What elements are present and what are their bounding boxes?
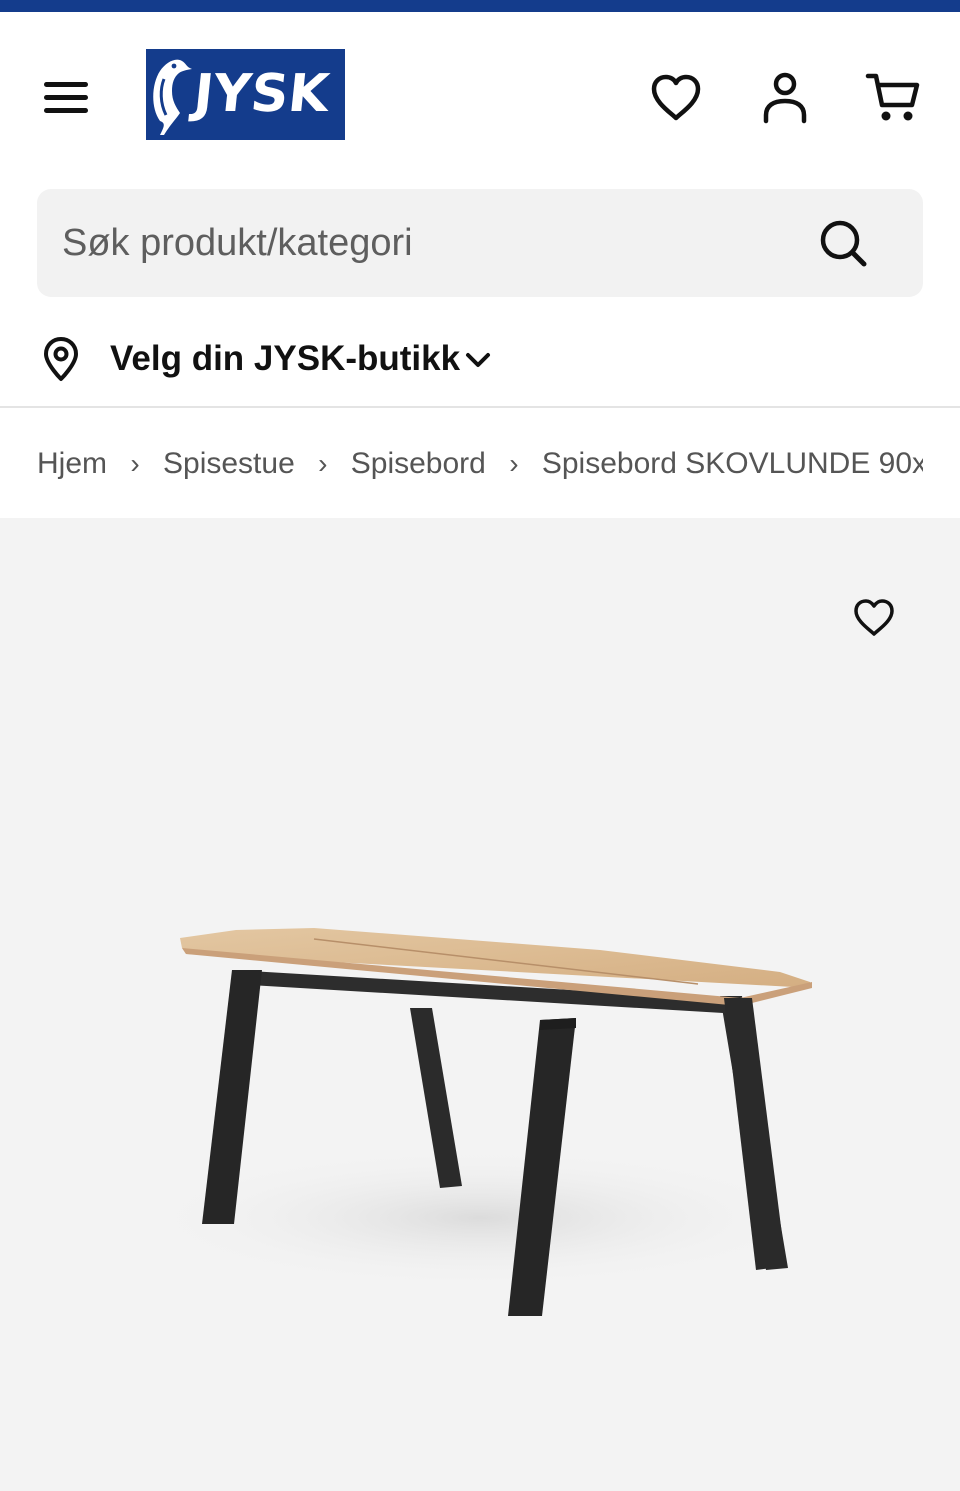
menu-icon [44, 82, 88, 113]
store-selector-label[interactable]: Velg din JYSK-butikk [110, 338, 460, 380]
heart-icon [651, 74, 701, 121]
breadcrumb: Hjem › Spisestue › Spisebord › Spisebord SKOVL… [0, 410, 960, 518]
breadcrumb-trail: Hjem › Spisestue › Spisebord › Spisebord SKOVL… [37, 446, 923, 482]
account-button[interactable] [755, 68, 815, 128]
cart-button[interactable] [863, 68, 923, 128]
chevron-right-icon: › [509, 448, 519, 479]
cart-icon [865, 73, 920, 121]
menu-button[interactable] [36, 70, 96, 124]
top-accent-bar [0, 0, 960, 12]
dining-table-image [140, 928, 820, 1316]
heart-icon [854, 599, 894, 636]
chevron-right-icon: › [318, 448, 328, 479]
site-header: JYSK [0, 12, 960, 180]
store-selector[interactable]: Velg din JYSK-butikk [0, 318, 960, 408]
chevron-down-icon [466, 353, 490, 367]
search-icon [820, 220, 867, 267]
search-button[interactable] [813, 213, 875, 275]
wishlist-button[interactable] [646, 68, 706, 128]
add-to-wishlist-button[interactable] [846, 590, 902, 646]
chevron-right-icon: › [130, 448, 140, 479]
location-pin-icon [44, 337, 78, 381]
jysk-logo[interactable]: JYSK [146, 49, 345, 140]
breadcrumb-item-spisebord[interactable]: Spisebord [351, 447, 486, 480]
brand-name: JYSK [190, 64, 332, 124]
breadcrumb-item-current: Spisebord SKOVLUNDE 90x1 [541, 447, 923, 480]
search-input[interactable] [37, 189, 797, 297]
search-bar [37, 189, 923, 297]
breadcrumb-item-home[interactable]: Hjem [37, 447, 107, 480]
user-icon [763, 72, 807, 124]
product-image-gallery[interactable] [0, 518, 960, 1491]
breadcrumb-item-spisestue[interactable]: Spisestue [163, 447, 295, 480]
